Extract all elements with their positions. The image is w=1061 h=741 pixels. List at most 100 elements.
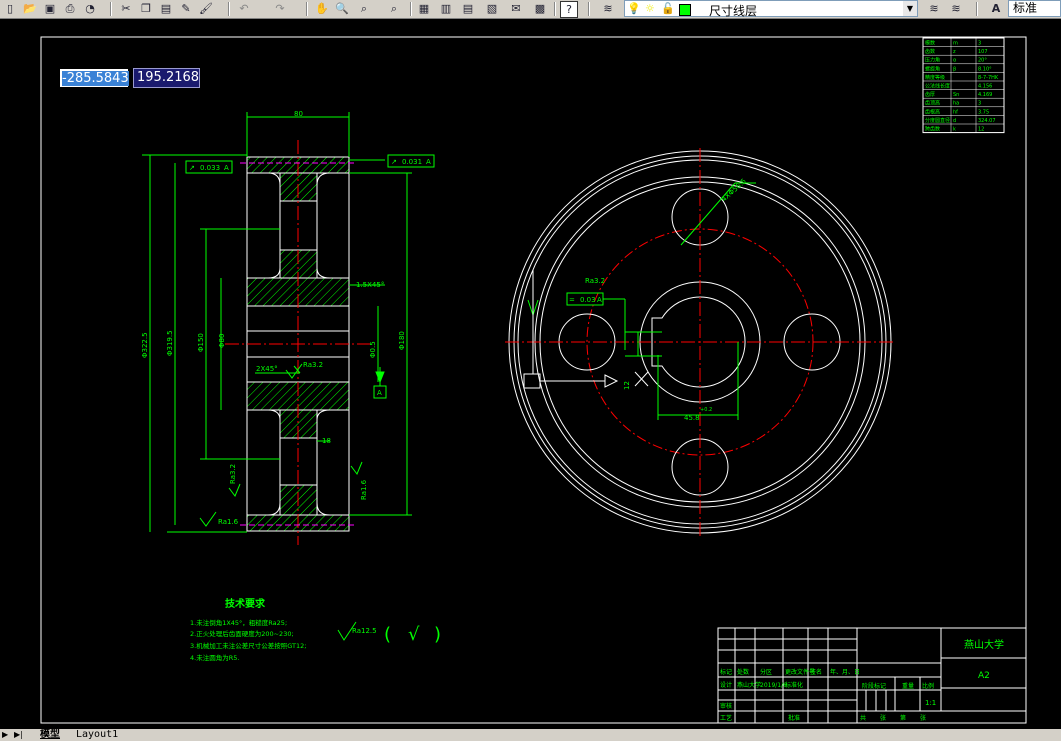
brush-icon[interactable]: 🖌: [198, 1, 214, 16]
tb-cell: 签名: [810, 668, 822, 676]
param-table-cell: 3: [978, 41, 981, 47]
chevron-down-icon[interactable]: ▼: [903, 1, 917, 16]
text-style-dropdown[interactable]: 标准: [1008, 0, 1061, 17]
dim-left-3: Φ150: [197, 333, 205, 352]
color-icon[interactable]: [679, 4, 691, 16]
param-table-cell: 12: [978, 127, 984, 133]
layer-name: 尺寸线层: [709, 4, 758, 18]
sheetset-icon[interactable]: ▧: [484, 1, 500, 16]
dim-right-1: Φ0.5: [369, 341, 377, 358]
paren-close: ): [434, 624, 441, 645]
tb-cell: 张: [920, 714, 926, 722]
dim-right-2: Φ180: [398, 331, 406, 350]
param-table-cell: 齿厚: [925, 92, 935, 98]
paren-open: (: [384, 624, 391, 645]
param-table-cell: 齿根高: [925, 108, 940, 115]
rv-tol-symbol: =: [569, 296, 575, 304]
rv-tol-datum: A: [597, 296, 602, 304]
left-tol-symbol: ↗: [189, 164, 195, 172]
tb-cell: 标记: [720, 668, 732, 676]
pan-icon[interactable]: ✋: [314, 1, 330, 16]
tech-item: 3.机械加工未注公差尺寸公差按照GT12;: [190, 641, 306, 650]
tb-cell: 分区: [760, 668, 772, 676]
lock-icon[interactable]: 🔓: [661, 2, 675, 15]
text-style-icon[interactable]: A: [988, 1, 1004, 16]
param-table-cell: 8-7-7HK: [978, 75, 999, 81]
hole-dim: 4XΦ56.5: [720, 177, 748, 203]
front-view: [505, 148, 895, 537]
drawing-number: A2: [978, 671, 990, 681]
layer-dropdown[interactable]: 💡 ☼ 🔓 尺寸线层 ▼: [624, 0, 918, 18]
tech-item: 1.未注倒角1X45°，粗糙度Ra25;: [190, 618, 287, 627]
tb-cell: 审核: [720, 702, 732, 710]
open-icon[interactable]: 📂: [22, 1, 38, 16]
dim-left-2: Φ319.5: [166, 330, 174, 356]
rough-3: Ra3.2: [229, 464, 237, 484]
dim-small: 18: [322, 437, 331, 445]
param-table-cell: ha: [953, 101, 959, 107]
layer-manager-icon[interactable]: ≋: [600, 1, 616, 16]
top-dim: 80: [294, 110, 303, 118]
param-table-cell: 公法线长度: [925, 83, 950, 90]
param-table: 模数 m 3 齿数 z 107 压力角 α 20° 螺旋角 β 8.10° 精度等级 8-7-7HK 公法线…: [922, 37, 1005, 134]
param-table-cell: 精度等级: [925, 74, 945, 81]
cut-icon[interactable]: ✂: [118, 1, 134, 16]
right-tol-datum: A: [426, 158, 431, 166]
param-table-cell: m: [953, 41, 958, 47]
new-icon[interactable]: ▯: [2, 1, 18, 16]
param-table-cell: 4.156: [978, 84, 992, 90]
toolpalette-icon[interactable]: ▤: [460, 1, 476, 16]
param-table-cell: 齿顶高: [925, 100, 940, 107]
redo-icon[interactable]: ↷: [272, 1, 288, 16]
make-current-icon[interactable]: ≋: [926, 1, 942, 16]
first-tab-icon[interactable]: ▶: [2, 729, 8, 741]
copy-icon[interactable]: ❐: [138, 1, 154, 16]
rv-tol-value: 0.03: [580, 296, 596, 304]
tb-cell: 工艺: [720, 714, 732, 722]
left-tol-datum: A: [224, 164, 229, 172]
drawing-canvas[interactable]: 模数 m 3 齿数 z 107 压力角 α 20° 螺旋角 β 8.10° 精度等级 8-7-7HK 公法线…: [0, 18, 1061, 729]
matchprop-icon[interactable]: ✎: [178, 1, 194, 16]
zoom-previous-icon[interactable]: ⌕: [386, 1, 402, 16]
layout-tabs: ▶ ▶| 模型 Layout1: [0, 729, 1061, 741]
next-tab-icon[interactable]: ▶|: [14, 729, 23, 741]
properties-icon[interactable]: ▦: [416, 1, 432, 16]
layer-previous-icon[interactable]: ≋: [948, 1, 964, 16]
help-icon[interactable]: ?: [560, 1, 578, 18]
sun-icon[interactable]: ☼: [645, 2, 655, 15]
markup-icon[interactable]: ✉: [508, 1, 524, 16]
tab-model[interactable]: 模型: [40, 729, 60, 741]
tab-layout1[interactable]: Layout1: [76, 729, 118, 741]
designcenter-icon[interactable]: ▥: [438, 1, 454, 16]
print-icon[interactable]: ⎙: [62, 1, 78, 16]
right-tol-symbol: ↗: [391, 158, 397, 166]
calculator-icon[interactable]: ▩: [532, 1, 548, 16]
chamfer-2: 2X45°: [256, 365, 278, 373]
chamfer-1: 1.5X45°: [356, 281, 384, 289]
datum-a: A: [377, 389, 382, 397]
coordinate-x-input[interactable]: -285.5843: [59, 68, 129, 88]
school-name: 燕山大学: [964, 638, 1004, 651]
tb-cell: 燕山大学: [737, 681, 761, 689]
dim-left-1: Φ322.5: [141, 332, 149, 358]
bulb-icon[interactable]: 💡: [627, 2, 641, 15]
rough-2: Ra1.6: [218, 518, 239, 526]
param-table-cell: 螺旋角: [925, 65, 940, 72]
zoom-window-icon[interactable]: ⌕: [356, 1, 372, 16]
undo-icon[interactable]: ↶: [236, 1, 252, 16]
left-tol-value: 0.033: [200, 164, 220, 172]
param-table-cell: hf: [953, 109, 958, 115]
dim-left-4: Φ80: [218, 334, 226, 348]
ratio-label: 比例: [922, 682, 934, 690]
zoom-realtime-icon[interactable]: 🔍: [334, 1, 350, 16]
tech-item: 2.正火处理后齿面硬度为200~230;: [190, 629, 294, 638]
check-mark: √: [408, 624, 420, 645]
section-view: [225, 140, 370, 545]
coordinate-y-input[interactable]: 195.2168: [133, 68, 200, 88]
param-table-cell: 8.10°: [978, 66, 992, 72]
preview-icon[interactable]: ◔: [82, 1, 98, 16]
param-table-cell: α: [953, 58, 957, 64]
param-table-cell: 107: [978, 49, 988, 55]
paste-icon[interactable]: ▤: [158, 1, 174, 16]
save-icon[interactable]: ▣: [42, 1, 58, 16]
